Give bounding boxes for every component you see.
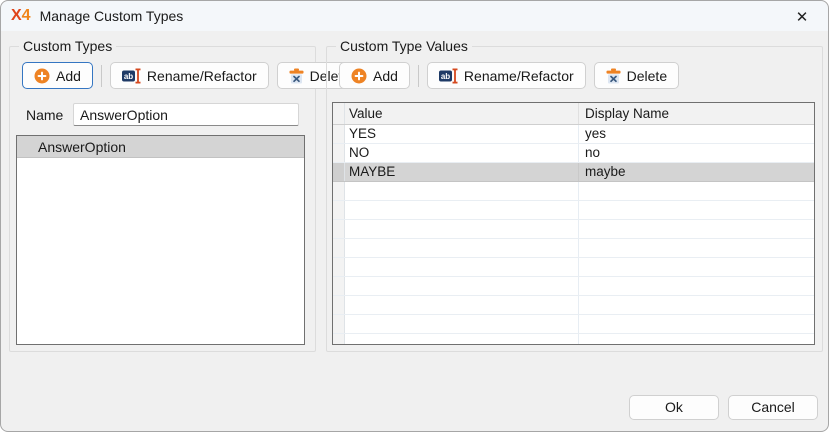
close-icon[interactable]: ✕ bbox=[790, 5, 814, 29]
empty-table-row[interactable] bbox=[333, 220, 814, 239]
value-cell bbox=[345, 258, 579, 276]
toolbar-separator bbox=[101, 65, 102, 87]
row-header-cell bbox=[333, 103, 345, 124]
rename-type-label: Rename/Refactor bbox=[147, 68, 257, 84]
display-name-cell bbox=[579, 315, 814, 333]
value-cell bbox=[345, 201, 579, 219]
display-name-column-header: Display Name bbox=[579, 103, 814, 124]
svg-text:ab: ab bbox=[124, 72, 133, 81]
row-header-cell bbox=[333, 277, 345, 295]
ok-button[interactable]: Ok bbox=[629, 395, 719, 420]
rename-ab-cursor-icon: ab bbox=[122, 68, 141, 84]
delete-value-button[interactable]: Delete bbox=[594, 62, 679, 89]
value-cell bbox=[345, 239, 579, 257]
row-header-cell bbox=[333, 239, 345, 257]
trash-x-icon bbox=[606, 68, 621, 84]
value-cell bbox=[345, 296, 579, 314]
empty-table-row[interactable] bbox=[333, 277, 814, 296]
custom-types-toolbar: Add ab Rename/Refactor Delete bbox=[22, 62, 362, 89]
value-cell bbox=[345, 182, 579, 200]
row-header-cell bbox=[333, 258, 345, 276]
list-item[interactable]: AnswerOption bbox=[17, 136, 304, 158]
empty-table-row[interactable] bbox=[333, 201, 814, 220]
custom-types-list: AnswerOption bbox=[16, 135, 305, 345]
value-cell bbox=[345, 334, 579, 345]
add-value-button[interactable]: Add bbox=[339, 62, 410, 89]
cancel-button[interactable]: Cancel bbox=[728, 395, 818, 420]
row-header-cell bbox=[333, 125, 345, 143]
row-header-cell bbox=[333, 201, 345, 219]
values-table-header: Value Display Name bbox=[333, 103, 814, 125]
app-logo-icon: X4 bbox=[11, 7, 31, 25]
display-name-cell bbox=[579, 296, 814, 314]
display-name-cell bbox=[579, 220, 814, 238]
toolbar-separator bbox=[418, 65, 419, 87]
custom-types-group-label: Custom Types bbox=[19, 38, 116, 55]
display-name-cell bbox=[579, 239, 814, 257]
rename-ab-cursor-icon: ab bbox=[439, 68, 458, 84]
display-name-cell[interactable]: yes bbox=[579, 125, 814, 143]
value-cell bbox=[345, 277, 579, 295]
empty-table-row[interactable] bbox=[333, 315, 814, 334]
row-header-cell bbox=[333, 334, 345, 345]
display-name-cell[interactable]: no bbox=[579, 144, 814, 162]
trash-x-icon bbox=[289, 68, 304, 84]
manage-custom-types-dialog: X4 Manage Custom Types ✕ Custom Types Ad… bbox=[0, 0, 829, 432]
display-name-cell bbox=[579, 182, 814, 200]
value-column-header: Value bbox=[345, 103, 579, 124]
value-cell[interactable]: MAYBE bbox=[345, 163, 579, 181]
add-value-label: Add bbox=[373, 68, 398, 84]
empty-table-row[interactable] bbox=[333, 296, 814, 315]
custom-types-group: Custom Types Add ab Rename/Refactor bbox=[9, 46, 316, 352]
display-name-cell bbox=[579, 258, 814, 276]
name-label: Name bbox=[26, 107, 63, 123]
title-bar[interactable]: X4 Manage Custom Types ✕ bbox=[1, 1, 828, 31]
row-header-cell bbox=[333, 220, 345, 238]
value-cell bbox=[345, 315, 579, 333]
table-row[interactable]: MAYBEmaybe bbox=[333, 163, 814, 182]
empty-table-row[interactable] bbox=[333, 239, 814, 258]
delete-value-label: Delete bbox=[627, 68, 667, 84]
empty-table-row[interactable] bbox=[333, 258, 814, 277]
svg-text:ab: ab bbox=[441, 72, 450, 81]
values-table: Value Display Name YESyesNOnoMAYBEmaybe bbox=[332, 102, 815, 345]
table-row[interactable]: YESyes bbox=[333, 125, 814, 144]
row-header-cell bbox=[333, 163, 345, 181]
row-header-cell bbox=[333, 144, 345, 162]
values-table-body: YESyesNOnoMAYBEmaybe bbox=[333, 125, 814, 345]
display-name-cell bbox=[579, 201, 814, 219]
row-header-cell bbox=[333, 296, 345, 314]
rename-type-button[interactable]: ab Rename/Refactor bbox=[110, 62, 269, 89]
table-row[interactable]: NOno bbox=[333, 144, 814, 163]
value-cell bbox=[345, 220, 579, 238]
rename-value-button[interactable]: ab Rename/Refactor bbox=[427, 62, 586, 89]
display-name-cell[interactable]: maybe bbox=[579, 163, 814, 181]
value-cell[interactable]: YES bbox=[345, 125, 579, 143]
empty-table-row[interactable] bbox=[333, 182, 814, 201]
add-type-label: Add bbox=[56, 68, 81, 84]
custom-type-values-group-label: Custom Type Values bbox=[336, 38, 472, 55]
custom-type-values-toolbar: Add ab Rename/Refactor Delete bbox=[339, 62, 679, 89]
plus-circle-icon bbox=[34, 68, 50, 84]
empty-table-row[interactable] bbox=[333, 334, 814, 345]
display-name-cell bbox=[579, 334, 814, 345]
name-input[interactable] bbox=[73, 103, 299, 126]
add-type-button[interactable]: Add bbox=[22, 62, 93, 89]
row-header-cell bbox=[333, 182, 345, 200]
custom-type-values-group: Custom Type Values Add ab Rename/Refacto… bbox=[326, 46, 823, 352]
value-cell[interactable]: NO bbox=[345, 144, 579, 162]
plus-circle-icon bbox=[351, 68, 367, 84]
row-header-cell bbox=[333, 315, 345, 333]
display-name-cell bbox=[579, 277, 814, 295]
window-title: Manage Custom Types bbox=[40, 8, 184, 24]
rename-value-label: Rename/Refactor bbox=[464, 68, 574, 84]
